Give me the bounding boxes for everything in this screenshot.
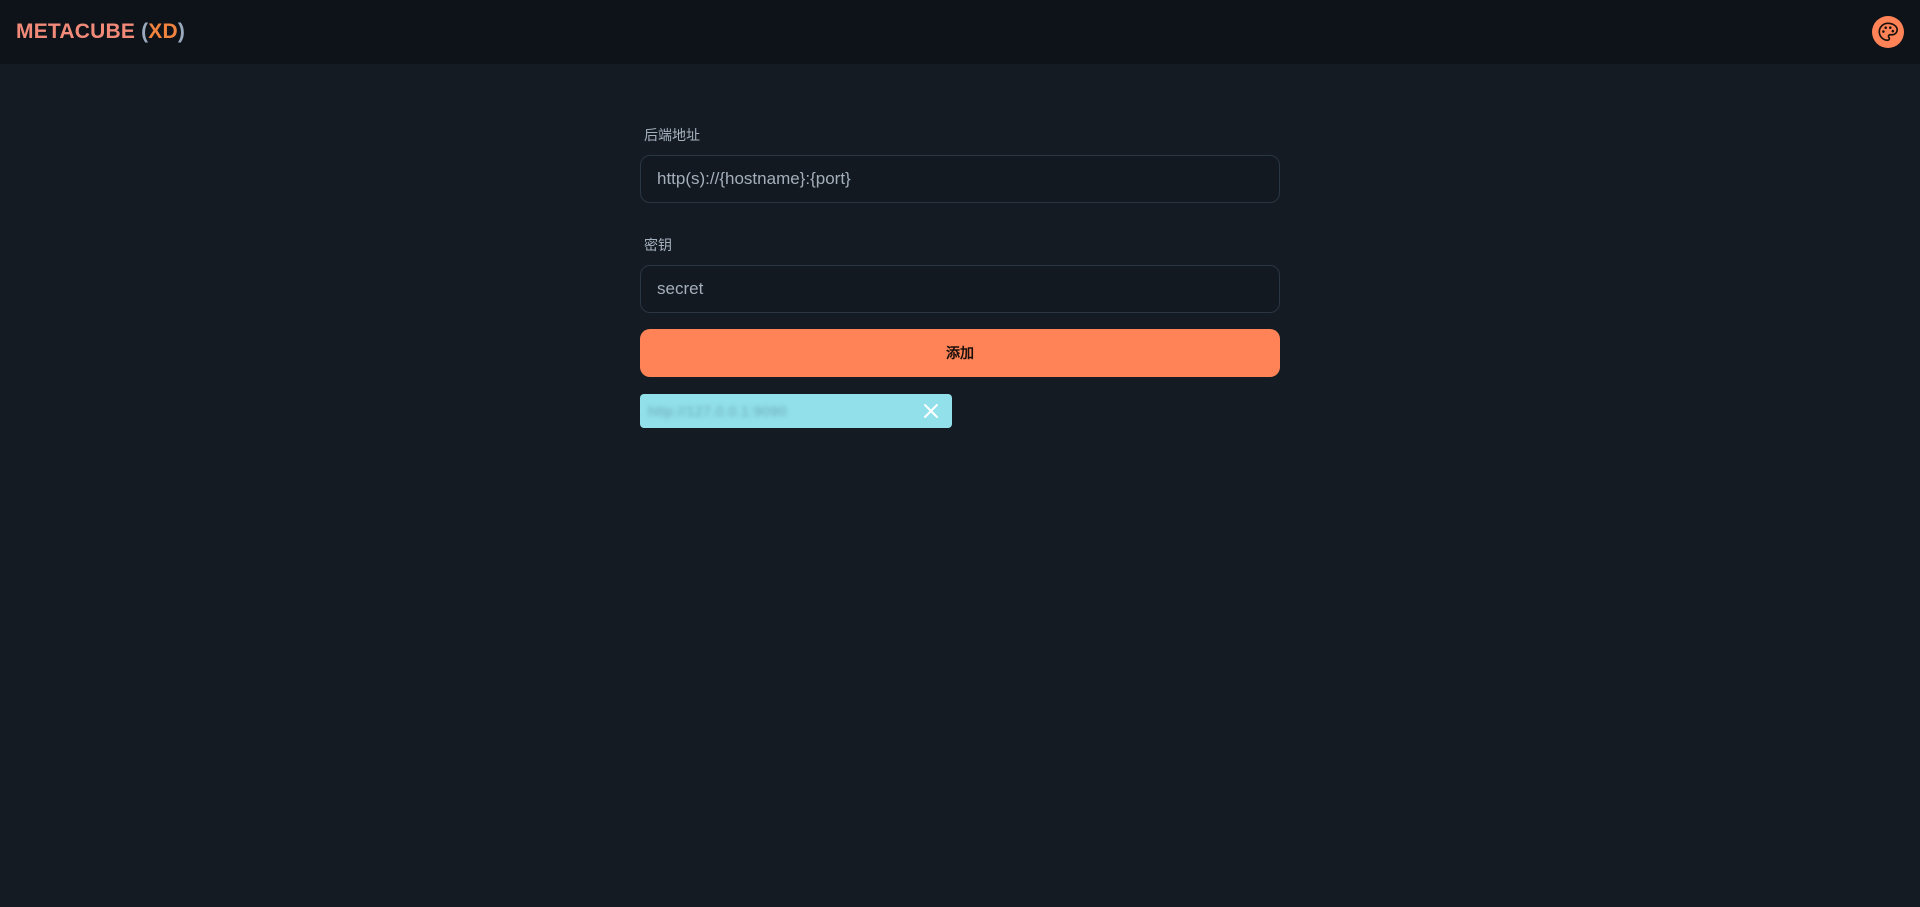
palette-icon [1878, 22, 1898, 42]
brand-subtitle: XD [148, 20, 178, 43]
close-icon [924, 404, 938, 418]
backend-url-input[interactable] [640, 155, 1280, 203]
secret-label: 密钥 [644, 237, 672, 253]
backend-url-label: 后端地址 [644, 127, 700, 143]
theme-switch-button[interactable] [1872, 16, 1904, 48]
add-button[interactable]: 添加 [640, 329, 1280, 377]
secret-input[interactable] [640, 265, 1280, 313]
top-bar: METACUBE (XD) [0, 0, 1920, 64]
remove-backend-button[interactable] [922, 402, 940, 420]
saved-backend-item[interactable]: http://127.0.0.1:9090 [640, 394, 952, 428]
brand-name: METACUBE [16, 20, 136, 43]
app-logo: METACUBE (XD) [16, 20, 185, 44]
backend-setup-form: 后端地址 密钥 添加 http://127.0.0.1:9090 [640, 126, 1280, 428]
saved-backend-url: http://127.0.0.1:9090 [648, 403, 787, 419]
brand-close-paren: ) [177, 20, 186, 43]
